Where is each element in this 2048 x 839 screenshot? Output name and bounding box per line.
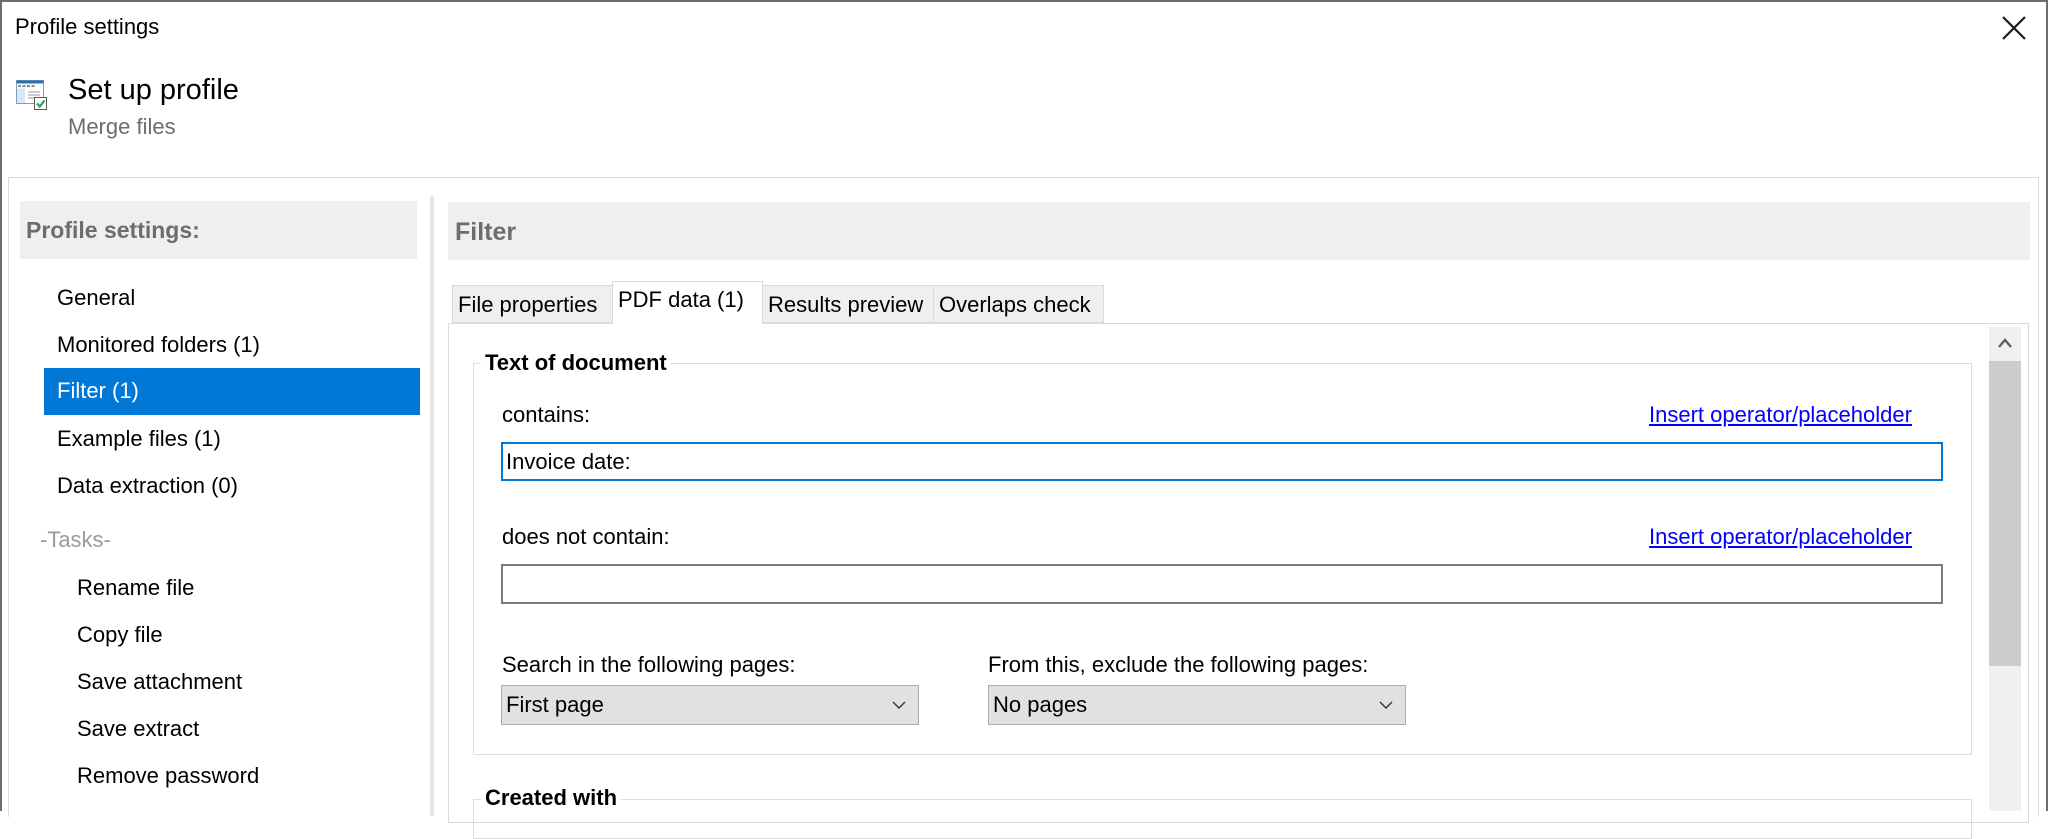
sidebar-item-save-extract[interactable]: Save extract [44, 706, 420, 753]
tab-label: File properties [458, 292, 598, 317]
sidebar-item-general[interactable]: General [44, 275, 420, 322]
chevron-down-icon [892, 701, 906, 709]
sidebar-item-save-attachment[interactable]: Save attachment [44, 659, 420, 706]
tab-overlaps-check[interactable]: Overlaps check [933, 285, 1104, 323]
tab-pdf-data[interactable]: PDF data (1) [612, 281, 763, 324]
exclude-pages-select[interactable]: No pages [988, 685, 1406, 725]
search-pages-select[interactable]: First page [501, 685, 919, 725]
scroll-up-button[interactable] [1989, 327, 2021, 361]
sidebar-item-example-files[interactable]: Example files (1) [44, 416, 420, 463]
exclude-pages-value: No pages [993, 692, 1088, 717]
contains-input[interactable] [501, 442, 1943, 481]
chevron-up-icon [1998, 338, 2012, 348]
sidebar-item-label: Save attachment [77, 669, 243, 694]
sidebar-item-rename-file[interactable]: Rename file [44, 565, 420, 612]
scroll-thumb[interactable] [1989, 361, 2021, 666]
sidebar-item-copy-file[interactable]: Copy file [44, 612, 420, 659]
search-pages-label: Search in the following pages: [502, 652, 796, 677]
group-title: Text of document [481, 350, 671, 376]
sidebar-item-data-extraction[interactable]: Data extraction (0) [44, 463, 420, 510]
tab-label: Results preview [768, 292, 924, 317]
page-subtitle: Merge files [68, 114, 176, 139]
window-title: Profile settings [15, 14, 160, 39]
chevron-down-icon [1379, 701, 1393, 709]
insert-operator-link-contains[interactable]: Insert operator/placeholder [1649, 402, 1912, 428]
close-button[interactable] [1996, 10, 2032, 46]
sidebar-header: Profile settings: [20, 201, 417, 259]
created-with-group [473, 799, 1972, 839]
sidebar-item-label: Monitored folders (1) [57, 332, 260, 357]
sidebar-item-filter[interactable]: Filter (1) [44, 368, 420, 415]
tab-results-preview[interactable]: Results preview [762, 285, 934, 323]
section-header: Filter [448, 202, 2030, 260]
group-title: Created with [481, 785, 622, 811]
sidebar-item-remove-password[interactable]: Remove password [44, 753, 420, 800]
sidebar-item-label: Remove password [77, 763, 260, 788]
section-title: Filter [455, 218, 517, 246]
dialog-border [0, 0, 2, 811]
page-title: Set up profile [68, 74, 239, 106]
panel-splitter[interactable] [430, 196, 434, 816]
insert-operator-link-not-contains[interactable]: Insert operator/placeholder [1649, 524, 1912, 550]
search-pages-value: First page [506, 692, 604, 717]
sidebar-header-label: Profile settings: [26, 217, 200, 243]
vertical-scrollbar[interactable] [1989, 327, 2021, 811]
tasks-section-label: -Tasks- [40, 527, 111, 552]
close-icon [2002, 16, 2026, 40]
contains-label: contains: [502, 402, 591, 427]
exclude-pages-label: From this, exclude the following pages: [988, 652, 1369, 677]
sidebar-item-monitored-folders[interactable]: Monitored folders (1) [44, 322, 420, 369]
profile-settings-icon [16, 79, 48, 111]
dialog-border [0, 0, 2048, 2]
tab-file-properties[interactable]: File properties [452, 285, 613, 323]
sidebar-item-label: Save extract [77, 716, 200, 741]
does-not-contain-label: does not contain: [502, 524, 670, 549]
sidebar-item-label: Rename file [77, 575, 195, 600]
sidebar-item-label: Filter (1) [57, 378, 139, 403]
sidebar-item-label: Example files (1) [57, 426, 221, 451]
does-not-contain-input[interactable] [501, 564, 1943, 604]
sidebar-item-label: Copy file [77, 622, 163, 647]
sidebar-item-label: General [57, 285, 136, 310]
sidebar-item-label: Data extraction (0) [57, 473, 238, 498]
tab-label: Overlaps check [939, 292, 1091, 317]
tab-label: PDF data (1) [618, 287, 744, 312]
